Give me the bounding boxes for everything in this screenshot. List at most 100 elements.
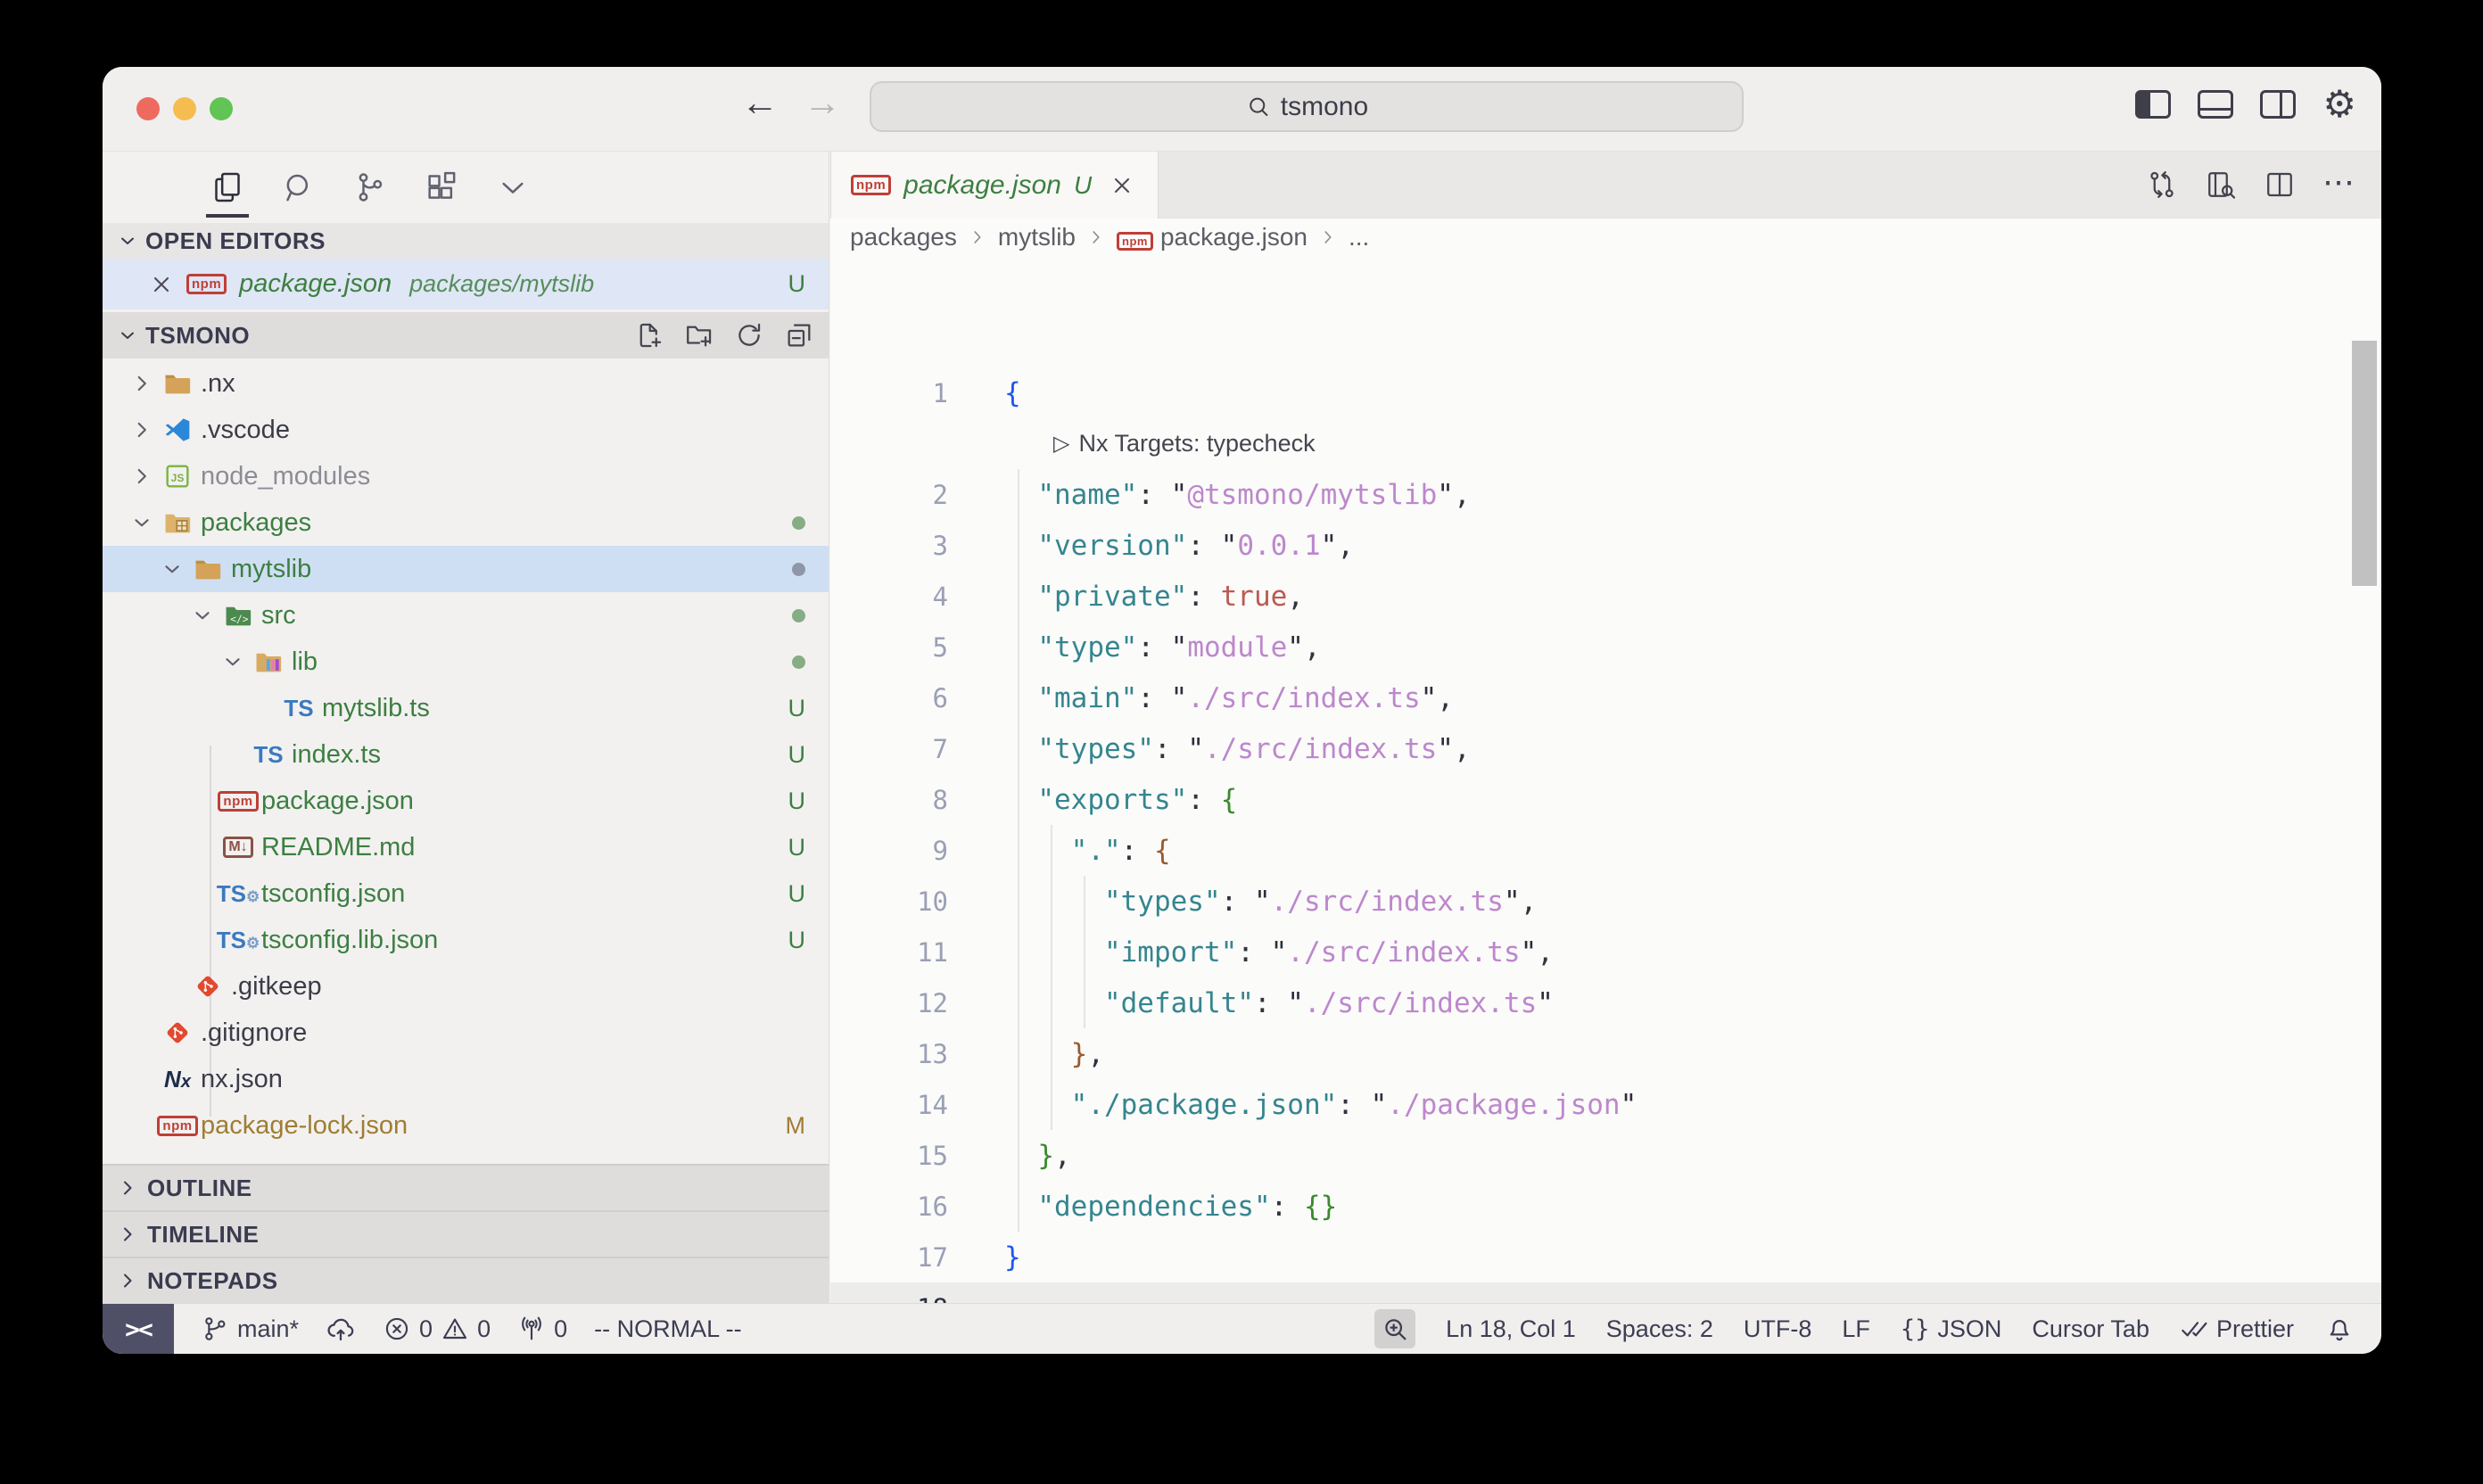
navigate-forward-button[interactable]: → xyxy=(800,81,845,124)
more-actions-icon[interactable]: ⋯ xyxy=(2322,173,2356,197)
zoom-in-icon xyxy=(1381,1315,1409,1343)
code-line-text: "dependencies": {} xyxy=(1004,1191,1337,1223)
close-tab-button[interactable] xyxy=(1110,173,1134,198)
status-item--normal-[interactable]: -- NORMAL -- xyxy=(594,1315,741,1343)
tree-item-lib[interactable]: lib xyxy=(103,639,829,685)
tree-item-decoration: U xyxy=(788,834,806,862)
new-folder-icon[interactable] xyxy=(684,320,714,350)
code-editor[interactable]: 1{ ▷Nx Targets: typecheck 2 "name": "@tsmo… xyxy=(830,256,2381,1303)
refresh-icon[interactable] xyxy=(734,320,764,350)
code-line-11[interactable]: 11 "import": "./src/index.ts", xyxy=(830,927,2381,977)
code-line-8[interactable]: 8 "exports": { xyxy=(830,774,2381,825)
code-line-2[interactable]: 2 "name": "@tsmono/mytslib", xyxy=(830,469,2381,520)
tree-item-src[interactable]: </>src xyxy=(103,592,829,639)
toggle-secondary-sidebar-button[interactable] xyxy=(2260,90,2296,119)
titlebar: ← → tsmono ⚙ xyxy=(103,67,2381,152)
code-line-1[interactable]: 1{ xyxy=(830,367,2381,418)
tree-item-.gitkeep[interactable]: .gitkeep xyxy=(103,963,829,1010)
minimize-window-button[interactable] xyxy=(173,97,196,120)
tree-item-.vscode[interactable]: .vscode xyxy=(103,407,829,453)
code-line-5[interactable]: 5 "type": "module", xyxy=(830,622,2381,672)
status-item-utf-8[interactable]: UTF-8 xyxy=(1744,1315,1812,1343)
tree-item-.nx[interactable]: .nx xyxy=(103,360,829,407)
code-line-12[interactable]: 12 "default": "./src/index.ts" xyxy=(830,977,2381,1028)
tree-item-readme.md[interactable]: M↓README.mdU xyxy=(103,824,829,870)
codelens-row[interactable]: ▷Nx Targets: typecheck xyxy=(830,418,2381,469)
close-window-button[interactable] xyxy=(136,97,160,120)
tree-item-mytslib.ts[interactable]: TSmytslib.tsU xyxy=(103,685,829,731)
panel-header-timeline[interactable]: TIMELINE xyxy=(103,1210,829,1257)
code-line-6[interactable]: 6 "main": "./src/index.ts", xyxy=(830,672,2381,723)
activity-extensions[interactable] xyxy=(422,162,461,212)
code-line-14[interactable]: 14 "./package.json": "./package.json" xyxy=(830,1079,2381,1130)
braces-icon: {} xyxy=(1901,1315,1930,1343)
code-line-16[interactable]: 16 "dependencies": {} xyxy=(830,1181,2381,1232)
toggle-primary-sidebar-button[interactable] xyxy=(2135,90,2171,119)
breadcrumb-item[interactable]: packages xyxy=(850,223,957,251)
status-item[interactable] xyxy=(326,1314,356,1344)
command-center-search[interactable]: tsmono xyxy=(870,81,1744,132)
open-editor-item[interactable]: npmpackage.jsonpackages/mytslibU xyxy=(103,259,829,309)
toggle-panel-button[interactable] xyxy=(2198,90,2233,119)
status-item-bell-icon[interactable] xyxy=(2324,1314,2355,1344)
breadcrumb-item[interactable]: ... xyxy=(1349,223,1369,251)
code-line-10[interactable]: 10 "types": "./src/index.ts", xyxy=(830,876,2381,927)
status-item-zoom-in-icon[interactable] xyxy=(1374,1309,1415,1348)
open-changes-icon[interactable] xyxy=(2146,169,2178,201)
folder-icon xyxy=(158,368,197,399)
tree-item-tsconfig.json[interactable]: TS⚙tsconfig.jsonU xyxy=(103,870,829,917)
remote-indicator[interactable]: >< xyxy=(103,1304,174,1355)
status-item-0[interactable]: 00 xyxy=(383,1315,491,1343)
breadcrumb-item[interactable]: mytslib xyxy=(998,223,1076,251)
git-status-badge: U xyxy=(788,695,806,722)
status-item-lf[interactable]: LF xyxy=(1842,1315,1870,1343)
tree-item-packages[interactable]: packages xyxy=(103,499,829,546)
open-preview-icon[interactable] xyxy=(2205,169,2237,201)
code-line-15[interactable]: 15 }, xyxy=(830,1130,2381,1181)
code-line-13[interactable]: 13 }, xyxy=(830,1028,2381,1079)
code-line-3[interactable]: 3 "version": "0.0.1", xyxy=(830,520,2381,571)
new-file-icon[interactable] xyxy=(634,320,664,350)
status-item-main-[interactable]: main* xyxy=(201,1315,299,1343)
tree-item-mytslib[interactable]: mytslib xyxy=(103,546,829,592)
panel-header-notepads[interactable]: NOTEPADS xyxy=(103,1257,829,1303)
code-line-7[interactable]: 7 "types": "./src/index.ts", xyxy=(830,723,2381,774)
code-line-18[interactable]: 18 xyxy=(830,1282,2381,1303)
status-item-prettier[interactable]: Prettier xyxy=(2180,1315,2294,1343)
tree-item-nx.json[interactable]: Nxnx.json xyxy=(103,1056,829,1102)
status-item-cursor-tab[interactable]: Cursor Tab xyxy=(2032,1315,2149,1343)
tree-item-.gitignore[interactable]: .gitignore xyxy=(103,1010,829,1056)
tree-item-index.ts[interactable]: TSindex.tsU xyxy=(103,731,829,778)
explorer-section-header[interactable]: TSMONO xyxy=(103,312,829,359)
code-line-9[interactable]: 9 ".": { xyxy=(830,825,2381,876)
split-editor-icon[interactable] xyxy=(2264,169,2296,201)
activity-search[interactable] xyxy=(279,162,318,212)
open-editors-header[interactable]: OPEN EDITORS xyxy=(103,223,829,259)
maximize-window-button[interactable] xyxy=(210,97,233,120)
folder-src-icon: </> xyxy=(219,600,258,631)
vscode-icon xyxy=(158,416,197,444)
activity-more-views[interactable] xyxy=(493,162,532,212)
tree-item-node-modules[interactable]: JSnode_modules xyxy=(103,453,829,499)
code-line-4[interactable]: 4 "private": true, xyxy=(830,571,2381,622)
panel-header-outline[interactable]: OUTLINE xyxy=(103,1164,829,1210)
codelens[interactable]: ▷Nx Targets: typecheck xyxy=(1053,430,1316,458)
collapse-all-icon[interactable] xyxy=(784,320,814,350)
tree-item-package.json[interactable]: npmpackage.jsonU xyxy=(103,778,829,824)
code-line-17[interactable]: 17} xyxy=(830,1232,2381,1282)
tab-package-json[interactable]: npm package.json U xyxy=(830,152,1159,218)
status-item-json[interactable]: {}JSON xyxy=(1901,1315,2002,1343)
status-item-spaces-2[interactable]: Spaces: 2 xyxy=(1606,1315,1713,1343)
chevron-right-icon xyxy=(126,465,158,488)
activity-source-control[interactable] xyxy=(351,162,390,212)
settings-gear-icon[interactable]: ⚙ xyxy=(2322,90,2356,119)
activity-explorer[interactable] xyxy=(208,162,247,212)
tree-item-tsconfig.lib.json[interactable]: TS⚙tsconfig.lib.jsonU xyxy=(103,917,829,963)
close-editor-icon[interactable] xyxy=(149,272,174,297)
status-item-ln-18-col-1[interactable]: Ln 18, Col 1 xyxy=(1446,1315,1576,1343)
breadcrumb-item[interactable]: npmpackage.json xyxy=(1117,223,1307,251)
tree-item-package-lock.json[interactable]: npmpackage-lock.jsonM xyxy=(103,1102,829,1149)
navigate-back-button[interactable]: ← xyxy=(738,81,782,124)
status-item-0[interactable]: 0 xyxy=(517,1315,567,1343)
status-label: main* xyxy=(237,1315,299,1343)
